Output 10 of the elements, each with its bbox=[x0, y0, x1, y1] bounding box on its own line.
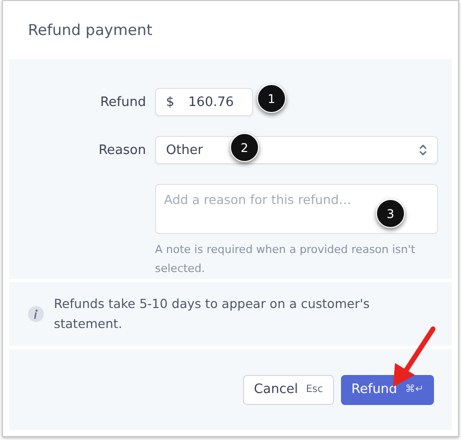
field-label: Refund bbox=[99, 94, 146, 110]
amount-field[interactable]: $ 160.76 bbox=[155, 88, 253, 116]
refund-button[interactable]: Refund ⌘↵ bbox=[341, 374, 434, 404]
info-text: Refunds take 5-10 days to appear on a customer's statement. bbox=[54, 295, 371, 333]
field-label: Reason bbox=[98, 142, 146, 158]
info-icon bbox=[28, 306, 44, 322]
help-text: A note is required when a provided reason isn't selected. bbox=[155, 242, 416, 277]
cancel-button[interactable]: Cancel Esc bbox=[242, 374, 334, 404]
dialog-title: Refund payment bbox=[28, 21, 152, 39]
chevron-updown-icon bbox=[419, 144, 427, 156]
